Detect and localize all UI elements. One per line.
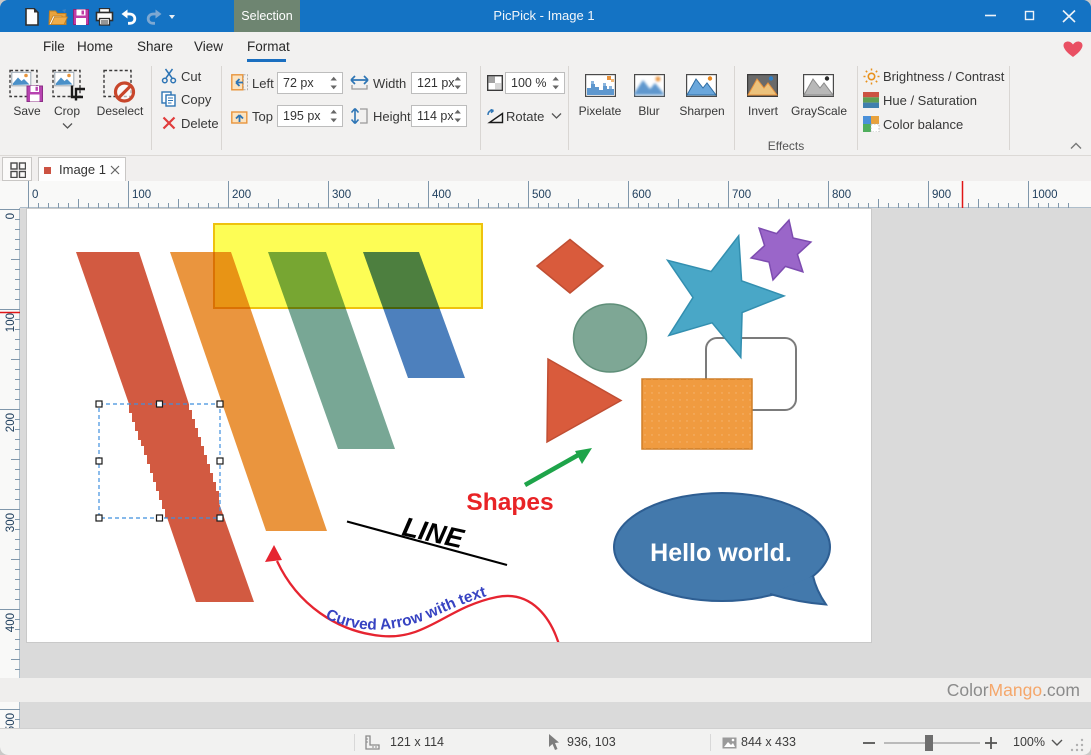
svg-text:700: 700 (732, 189, 751, 201)
svg-text:800: 800 (832, 189, 851, 201)
svg-text:LINE: LINE (400, 512, 468, 555)
svg-text:100: 100 (132, 189, 151, 201)
svg-text:200: 200 (232, 189, 251, 201)
svg-text:Shapes: Shapes (466, 489, 553, 516)
svg-text:1000: 1000 (1032, 189, 1058, 201)
svg-text:Hello world.: Hello world. (650, 539, 792, 567)
svg-text:0: 0 (5, 213, 17, 219)
svg-text:500: 500 (532, 189, 551, 201)
svg-text:600: 600 (632, 189, 651, 201)
svg-text:0: 0 (32, 189, 38, 201)
svg-text:400: 400 (432, 189, 451, 201)
svg-text:300: 300 (332, 189, 351, 201)
svg-text:900: 900 (932, 189, 951, 201)
svg-text:500: 500 (5, 713, 17, 728)
